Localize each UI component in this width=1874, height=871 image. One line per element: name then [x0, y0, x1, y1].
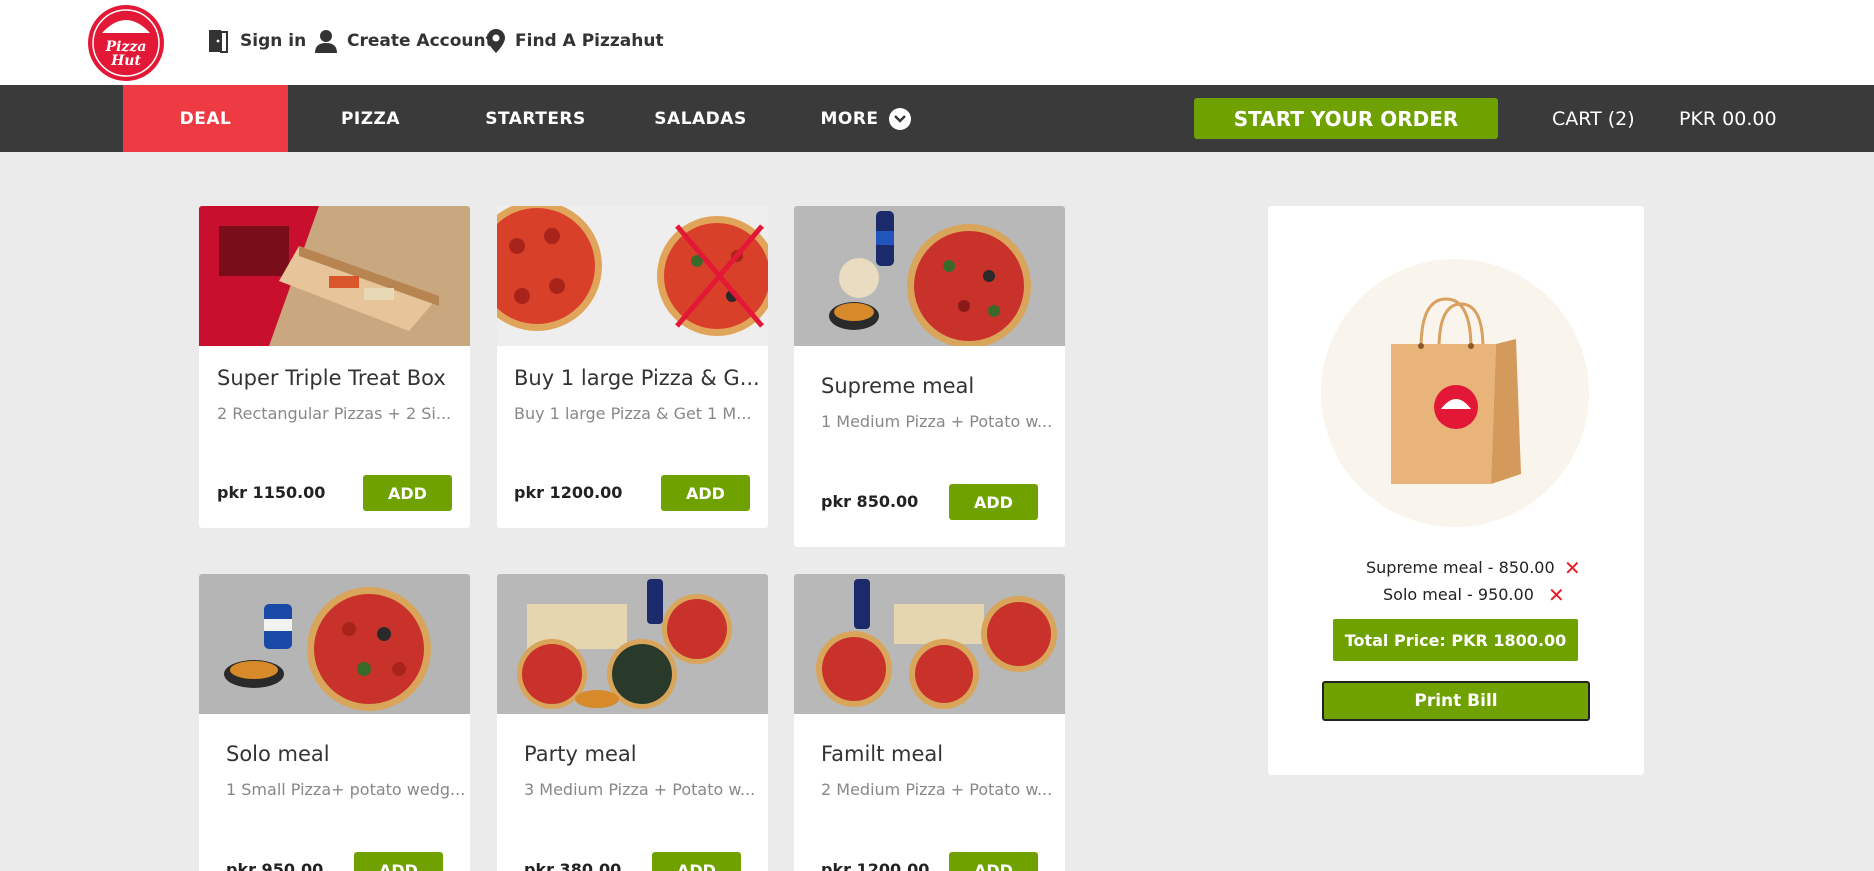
product-price: pkr 1150.00 — [217, 483, 326, 502]
create-account-label: Create Account — [347, 31, 494, 51]
product-description: 1 Small Pizza+ potato wedg... — [226, 780, 466, 799]
add-button[interactable]: ADD — [661, 475, 750, 511]
product-card: Supreme meal 1 Medium Pizza + Potato w..… — [794, 206, 1065, 547]
product-title: Super Triple Treat Box — [217, 366, 446, 390]
cart-total: PKR 00.00 — [1679, 107, 1777, 130]
product-description: 3 Medium Pizza + Potato w... — [524, 780, 756, 799]
product-image — [794, 574, 1065, 714]
remove-item-icon[interactable]: ✕ — [1548, 583, 1565, 607]
product-price: pkr 1200.00 — [514, 483, 623, 502]
nav-item-more-label: MORE — [820, 108, 879, 129]
add-button[interactable]: ADD — [652, 852, 741, 871]
add-button[interactable]: ADD — [354, 852, 443, 871]
start-order-button[interactable]: START YOUR ORDER — [1194, 98, 1498, 139]
product-title: Solo meal — [226, 742, 330, 766]
product-description: 1 Medium Pizza + Potato w... — [821, 412, 1053, 431]
find-pizzahut-link[interactable]: Find A Pizzahut — [487, 26, 664, 56]
door-icon — [209, 30, 228, 53]
cart-panel: Supreme meal - 850.00 ✕ Solo meal - 950.… — [1268, 206, 1644, 775]
add-button[interactable]: ADD — [949, 852, 1038, 871]
product-price: pkr 850.00 — [821, 492, 919, 511]
product-title: Party meal — [524, 742, 637, 766]
nav-item-starters[interactable]: STARTERS — [453, 85, 618, 152]
top-header: Pizza Hut Sign in Create Account Find A … — [0, 0, 1874, 85]
nav-item-saladas[interactable]: SALADAS — [618, 85, 783, 152]
product-card: Super Triple Treat Box 2 Rectangular Piz… — [199, 206, 470, 528]
product-title: Familt meal — [821, 742, 944, 766]
product-title: Supreme meal — [821, 374, 975, 398]
product-image — [497, 206, 768, 346]
chevron-down-icon — [888, 107, 911, 130]
remove-item-icon[interactable]: ✕ — [1564, 556, 1581, 580]
location-pin-icon — [487, 29, 505, 53]
product-card: Familt meal 2 Medium Pizza + Potato w...… — [794, 574, 1065, 871]
product-title: Buy 1 large Pizza & G... — [514, 366, 760, 390]
cart-item-label: Solo meal - 950.00 — [1383, 585, 1534, 604]
product-image — [199, 206, 470, 346]
print-bill-button[interactable]: Print Bill — [1322, 681, 1590, 721]
nav-item-more[interactable]: MORE — [783, 85, 948, 152]
product-image — [199, 574, 470, 714]
create-account-link[interactable]: Create Account — [315, 26, 494, 56]
find-pizzahut-label: Find A Pizzahut — [515, 31, 664, 51]
shopping-bag-icon — [1391, 297, 1521, 484]
product-description: 2 Rectangular Pizzas + 2 Si... — [217, 404, 452, 423]
sign-in-label: Sign in — [240, 31, 307, 51]
sign-in-link[interactable]: Sign in — [206, 26, 306, 56]
product-image — [497, 574, 768, 714]
svg-text:Hut: Hut — [110, 53, 141, 69]
product-description: 2 Medium Pizza + Potato w... — [821, 780, 1053, 799]
product-price: pkr 1200.00 — [821, 860, 930, 871]
add-button[interactable]: ADD — [949, 484, 1038, 520]
add-button[interactable]: ADD — [363, 475, 452, 511]
shopping-bag-illustration — [1321, 259, 1589, 527]
pizza-hut-logo[interactable]: Pizza Hut — [86, 3, 166, 83]
product-image — [794, 206, 1065, 346]
nav-item-pizza[interactable]: PIZZA — [288, 85, 453, 152]
total-price-button[interactable]: Total Price: PKR 1800.00 — [1333, 619, 1578, 661]
product-price: pkr 380.00 — [524, 860, 622, 871]
product-card: Party meal 3 Medium Pizza + Potato w... … — [497, 574, 768, 871]
user-icon — [315, 30, 337, 53]
product-card: Buy 1 large Pizza & G... Buy 1 large Piz… — [497, 206, 768, 528]
cart-link[interactable]: CART (2) — [1552, 85, 1635, 152]
main-nav: DEAL PIZZA STARTERS SALADAS MORE START Y… — [0, 85, 1874, 152]
product-card: Solo meal 1 Small Pizza+ potato wedg... … — [199, 574, 470, 871]
product-description: Buy 1 large Pizza & Get 1 M... — [514, 404, 752, 423]
product-price: pkr 950.00 — [226, 860, 324, 871]
cart-item-label: Supreme meal - 850.00 — [1366, 558, 1555, 577]
nav-item-deal[interactable]: DEAL — [123, 85, 288, 152]
